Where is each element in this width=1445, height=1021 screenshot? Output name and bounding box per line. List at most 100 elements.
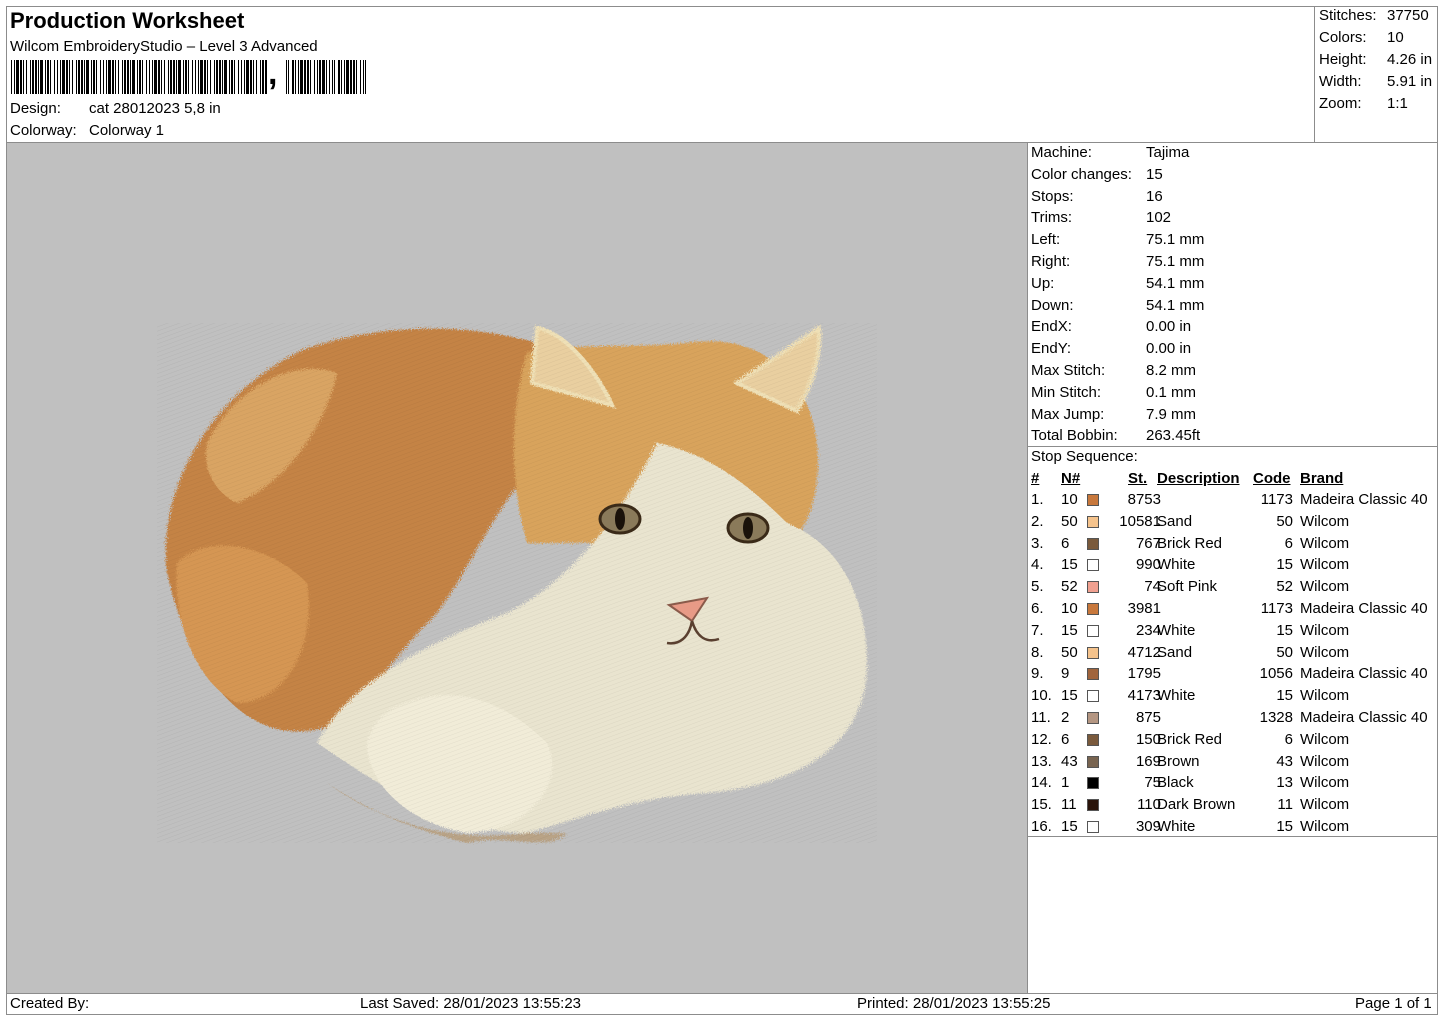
barcode-bar bbox=[170, 60, 172, 94]
barcode-bar bbox=[344, 60, 345, 94]
stop-sequence-row: 8. 50 4712 Sand 50 Wilcom bbox=[1031, 644, 1437, 666]
barcode-bar bbox=[334, 60, 335, 94]
thread-color-swatch bbox=[1087, 559, 1099, 572]
row-code: 13 bbox=[1276, 774, 1293, 792]
row-number: 7. bbox=[1031, 621, 1044, 639]
row-brand: Wilcom bbox=[1300, 818, 1350, 835]
row-needle: 10 bbox=[1061, 600, 1078, 617]
barcode-bar bbox=[307, 60, 309, 94]
barcode-bar bbox=[86, 60, 89, 94]
row-code: 6 bbox=[1284, 534, 1293, 552]
embroidery-design-image bbox=[157, 323, 877, 843]
barcode-bar bbox=[161, 60, 162, 94]
machine-info-label: Total Bobbin: bbox=[1031, 427, 1118, 445]
row-brand: Wilcom bbox=[1300, 687, 1350, 705]
machine-info-row: Stops: 16 bbox=[1031, 188, 1431, 208]
barcode-bar bbox=[265, 60, 267, 94]
col-header-description: Description bbox=[1157, 470, 1240, 487]
barcode-bar bbox=[158, 60, 160, 94]
stop-sequence-row: 2. 50 10581 Sand 50 Wilcom bbox=[1031, 513, 1437, 535]
row-stitches: 3981 bbox=[1127, 600, 1161, 617]
barcode-bar bbox=[298, 60, 299, 94]
row-brand: Madeira Classic 40 bbox=[1300, 600, 1428, 617]
colorway-value: Colorway 1 bbox=[89, 122, 165, 139]
row-description: White bbox=[1157, 621, 1196, 639]
row-number: 15. bbox=[1031, 796, 1052, 814]
barcode-bar bbox=[224, 60, 227, 94]
row-code: 1328 bbox=[1259, 709, 1293, 726]
barcode-bar bbox=[78, 60, 80, 94]
page-number: Page 1 of 1 bbox=[1355, 995, 1432, 1012]
barcode-bar bbox=[253, 60, 254, 94]
height-label: Height: bbox=[1319, 51, 1367, 68]
stitches-value: 37750 bbox=[1387, 7, 1429, 24]
row-number: 8. bbox=[1031, 643, 1044, 661]
barcode-bar bbox=[210, 60, 211, 94]
machine-info-row: Color changes: 15 bbox=[1031, 166, 1431, 186]
barcode-bar bbox=[45, 60, 46, 94]
thread-color-swatch bbox=[1087, 799, 1099, 812]
row-number: 9. bbox=[1031, 665, 1044, 683]
machine-info-row: Min Stitch: 0.1 mm bbox=[1031, 384, 1431, 404]
barcode-bar bbox=[106, 60, 107, 94]
barcode-bar bbox=[168, 60, 169, 94]
machine-info-value: 0.1 mm bbox=[1146, 383, 1197, 401]
software-name: Wilcom EmbroideryStudio – Level 3 Advanc… bbox=[10, 38, 318, 55]
barcode-bar bbox=[50, 60, 51, 94]
thread-color-swatch bbox=[1087, 646, 1099, 659]
barcode-bar bbox=[132, 60, 135, 94]
row-brand: Wilcom bbox=[1300, 730, 1350, 748]
barcode-bar bbox=[346, 60, 349, 94]
barcode-bar bbox=[300, 60, 303, 94]
barcode-bar bbox=[96, 60, 97, 94]
machine-info-value: 16 bbox=[1146, 187, 1163, 205]
zoom-label: Zoom: bbox=[1319, 95, 1362, 112]
machine-info-row: Machine: Tajima bbox=[1031, 144, 1431, 164]
barcode-bar bbox=[164, 60, 165, 94]
barcode-bar bbox=[216, 60, 218, 94]
thread-color-swatch bbox=[1087, 733, 1099, 746]
barcode-bar bbox=[183, 60, 184, 94]
thread-color-swatch bbox=[1087, 537, 1099, 550]
barcode-bar bbox=[288, 60, 289, 94]
col-header-number: # bbox=[1031, 470, 1040, 487]
barcode-bar bbox=[231, 60, 233, 94]
thread-color-swatch bbox=[1087, 755, 1099, 768]
barcode-bar bbox=[304, 60, 306, 94]
barcode-bar bbox=[108, 60, 111, 94]
barcode bbox=[11, 60, 366, 94]
stop-sequence-row: 15. 11 110 Dark Brown 11 Wilcom bbox=[1031, 796, 1437, 818]
barcode-bar bbox=[322, 60, 325, 94]
barcode-bar bbox=[262, 60, 264, 94]
stitches-row: Stitches: 37750 bbox=[1319, 7, 1437, 27]
barcode-bar bbox=[319, 60, 321, 94]
stop-sequence-row: 11. 2 875 1328 Madeira Classic 40 bbox=[1031, 709, 1437, 731]
row-needle: 15 bbox=[1061, 818, 1078, 835]
barcode-bar bbox=[350, 60, 352, 94]
machine-info-value: 102 bbox=[1146, 209, 1172, 227]
row-brand: Madeira Classic 40 bbox=[1300, 491, 1428, 508]
row-number: 12. bbox=[1031, 730, 1052, 748]
machine-info-row: EndY: 0.00 in bbox=[1031, 340, 1431, 360]
machine-info-label: Max Jump: bbox=[1031, 405, 1105, 423]
stop-sequence-row: 6. 10 3981 1173 Madeira Classic 40 bbox=[1031, 600, 1437, 622]
row-brand: Wilcom bbox=[1300, 621, 1350, 639]
height-row: Height: 4.26 in bbox=[1319, 51, 1437, 71]
stop-sequence-row: 5. 52 74 Soft Pink 52 Wilcom bbox=[1031, 578, 1437, 600]
stop-sequence-row: 12. 6 150 Brick Red 6 Wilcom bbox=[1031, 731, 1437, 753]
row-needle: 15 bbox=[1061, 687, 1078, 705]
barcode-bar bbox=[57, 60, 58, 94]
machine-info-row: Down: 54.1 mm bbox=[1031, 297, 1431, 317]
barcode-bar bbox=[341, 60, 342, 94]
row-code: 52 bbox=[1276, 578, 1293, 596]
barcode-bar bbox=[329, 60, 330, 94]
barcode-bar bbox=[72, 60, 73, 94]
barcode-bar bbox=[103, 60, 104, 94]
col-header-stitches: St. bbox=[1128, 470, 1148, 487]
row-code: 6 bbox=[1284, 730, 1293, 748]
row-stitches: 4173 bbox=[1127, 687, 1161, 705]
colorway-label: Colorway: bbox=[10, 122, 77, 139]
row-needle: 52 bbox=[1061, 578, 1078, 596]
colors-value: 10 bbox=[1387, 29, 1404, 46]
machine-info-row: EndX: 0.00 in bbox=[1031, 318, 1431, 338]
